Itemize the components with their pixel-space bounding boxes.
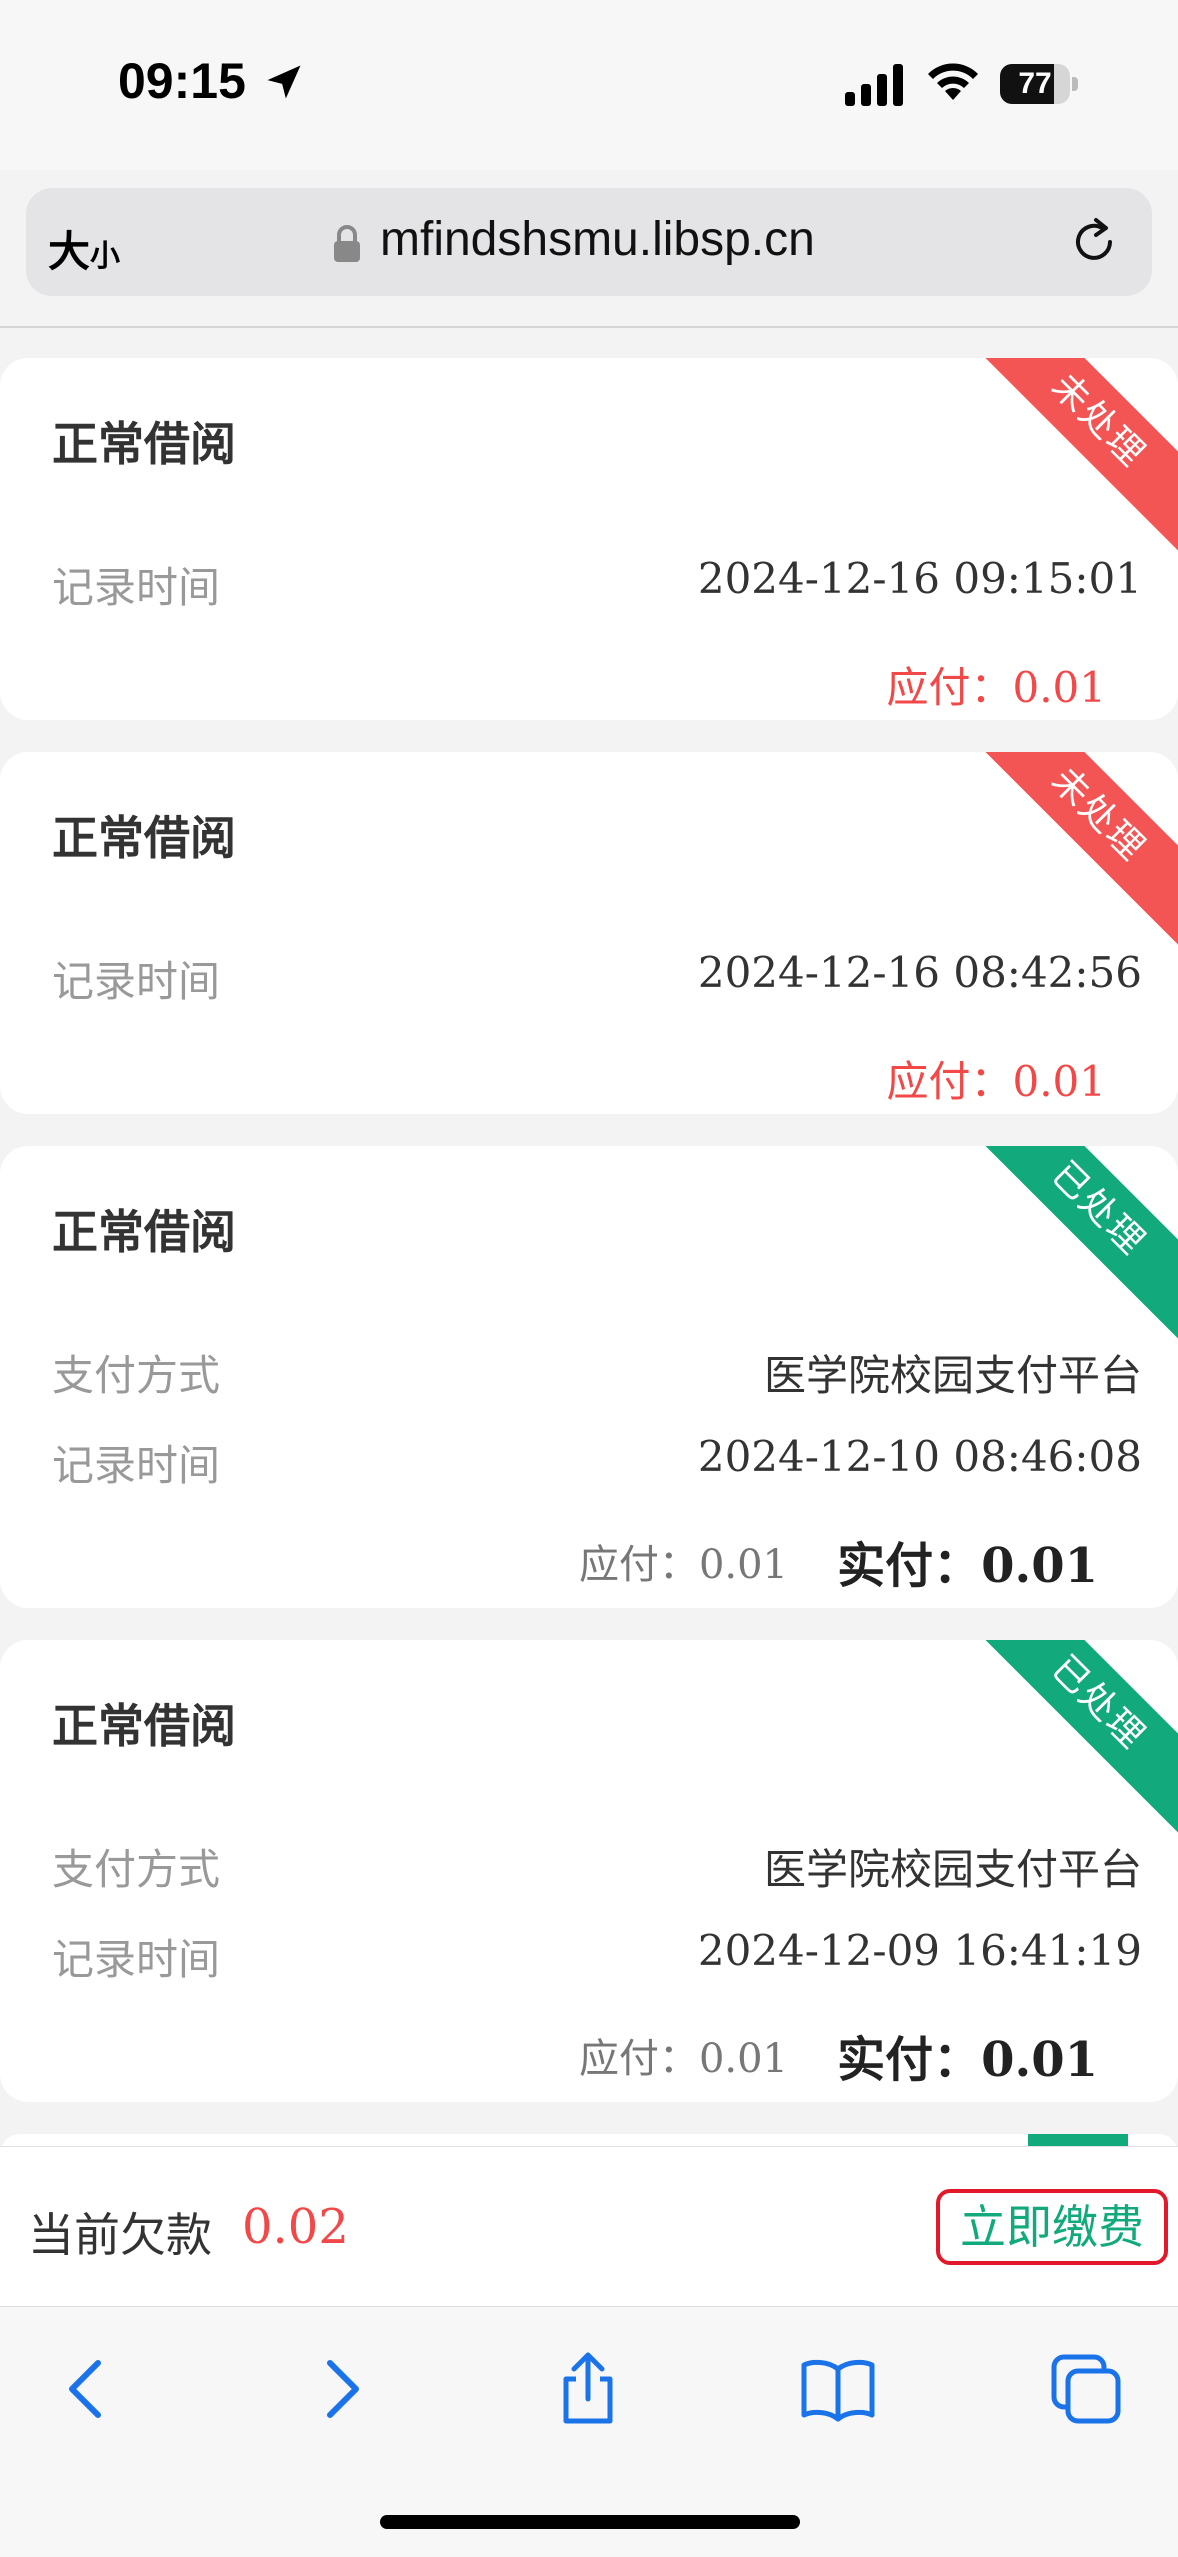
- due-amount: 应付：0.01: [578, 2036, 788, 2082]
- debt-label: 当前欠款: [28, 2208, 212, 2262]
- record-time-row: 记录时间 2024-12-16 09:15:01: [52, 554, 1142, 612]
- method-value: 医学院校园支付平台: [763, 1845, 1142, 1894]
- forward-icon[interactable]: [300, 2349, 380, 2429]
- time-label: 记录时间: [52, 957, 221, 1006]
- share-icon[interactable]: [548, 2349, 628, 2429]
- pay-now-button[interactable]: 立即缴费: [936, 2189, 1168, 2265]
- time-label: 记录时间: [52, 563, 221, 612]
- record-title: 正常借阅: [52, 1205, 236, 1259]
- record-time-row: 记录时间 2024-12-09 16:41:19: [52, 1926, 1142, 1984]
- record-card[interactable]: 正常借阅 未处理 记录时间 2024-12-16 08:42:56 应付：0.0…: [0, 752, 1178, 1114]
- clock: 09:15: [118, 53, 246, 109]
- due-amount: 应付：0.01: [578, 1542, 788, 1588]
- reload-icon[interactable]: [1066, 214, 1122, 270]
- location-arrow-icon: [267, 65, 301, 99]
- lock-icon: [334, 225, 360, 262]
- bookmarks-icon[interactable]: [798, 2349, 878, 2429]
- text-size-button[interactable]: 大小: [48, 218, 120, 279]
- paid-amount: 实付：0.01: [837, 2032, 1098, 2088]
- due-amount: 应付：0.01: [886, 1057, 1106, 1106]
- time-value: 2024-12-16 09:15:01: [697, 554, 1142, 603]
- debt-value: 0.02: [242, 2199, 349, 2255]
- method-value: 医学院校园支付平台: [763, 1351, 1142, 1400]
- time-value: 2024-12-09 16:41:19: [697, 1926, 1142, 1975]
- cellular-signal-icon: [845, 64, 903, 106]
- record-title: 正常借阅: [52, 811, 236, 865]
- status-ribbon: 未处理: [967, 358, 1178, 552]
- payment-method-row: 支付方式 医学院校园支付平台: [52, 1342, 1142, 1400]
- battery-icon: 77: [1000, 64, 1078, 106]
- back-icon[interactable]: [48, 2349, 128, 2429]
- time-value: 2024-12-10 08:46:08: [697, 1432, 1142, 1481]
- divider: [0, 326, 1178, 328]
- home-indicator: [380, 2515, 800, 2529]
- tabs-icon[interactable]: [1046, 2349, 1126, 2429]
- record-card[interactable]: 正常借阅 已处理 支付方式 医学院校园支付平台 记录时间 2024-12-10 …: [0, 1146, 1178, 1608]
- record-card[interactable]: 正常借阅 已处理 支付方式 医学院校园支付平台 记录时间 2024-12-09 …: [0, 1640, 1178, 2102]
- wifi-icon: [928, 63, 978, 100]
- method-label: 支付方式: [52, 1845, 221, 1894]
- record-title: 正常借阅: [52, 417, 236, 471]
- battery-level: 77: [1018, 67, 1052, 100]
- status-ribbon: 已处理: [967, 1640, 1178, 1834]
- record-card[interactable]: 正常借阅 未处理 记录时间 2024-12-16 09:15:01 应付：0.0…: [0, 358, 1178, 720]
- record-title: 正常借阅: [52, 1699, 236, 1753]
- method-label: 支付方式: [52, 1351, 221, 1400]
- payment-bar: 当前欠款 0.02 立即缴费: [0, 2146, 1178, 2307]
- time-value: 2024-12-16 08:42:56: [697, 948, 1142, 997]
- status-bar: 09:15 77: [0, 0, 1178, 170]
- status-ribbon: 已处理: [967, 1146, 1178, 1340]
- time-label: 记录时间: [52, 1441, 221, 1490]
- due-amount: 应付：0.01: [886, 663, 1106, 712]
- browser-toolbar: [0, 2306, 1178, 2557]
- record-time-row: 记录时间 2024-12-16 08:42:56: [52, 948, 1142, 1006]
- status-ribbon: 未处理: [967, 752, 1178, 946]
- payment-method-row: 支付方式 医学院校园支付平台: [52, 1836, 1142, 1894]
- url-text[interactable]: mfindshsmu.libsp.cn: [380, 212, 815, 267]
- time-label: 记录时间: [52, 1935, 221, 1984]
- address-bar[interactable]: 大小 mfindshsmu.libsp.cn: [26, 188, 1152, 296]
- record-time-row: 记录时间 2024-12-10 08:46:08: [52, 1432, 1142, 1490]
- paid-amount: 实付：0.01: [837, 1538, 1098, 1594]
